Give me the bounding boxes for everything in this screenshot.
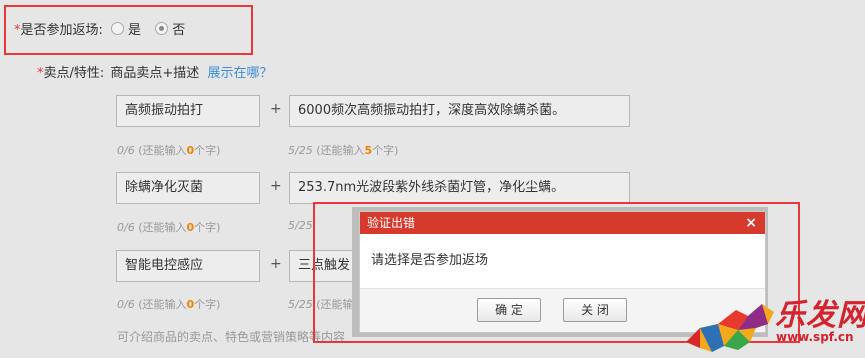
hint-pre: (还能输入 <box>316 144 365 157</box>
hint-count: 0/6 <box>117 221 135 234</box>
hint-pre: (还能输入 <box>138 221 187 234</box>
point-hint-2: 0/6 (还能输入0个字) <box>117 219 220 235</box>
help-link[interactable]: 展示在哪？ <box>207 66 272 81</box>
selling-point-input-2[interactable]: 除螨净化灭菌 <box>116 172 260 204</box>
hint-count: 5/25 <box>288 219 313 232</box>
footer-note: 可介绍商品的卖点、特色或营销策略等内容 <box>117 330 346 344</box>
hint-count: 5/25 <box>288 144 313 157</box>
desc-hint-1: 5/25 (还能输入5个字) <box>288 142 398 158</box>
selling-points-header: *卖点/特性: 商品卖点+描述 展示在哪？ <box>37 62 272 81</box>
point-hint-3: 0/6 (还能输入0个字) <box>117 296 220 312</box>
plus-sign: + <box>270 256 282 272</box>
selling-points-sublabel: 商品卖点+描述 <box>110 66 200 81</box>
hint-count: 0/6 <box>117 298 135 311</box>
return-field: *是否参加返场: 是 否 <box>14 19 185 38</box>
selling-point-input-3[interactable]: 智能电控感应 <box>116 250 260 282</box>
return-label: 是否参加返场: <box>20 23 103 38</box>
watermark-url: www.spf.cn <box>776 330 854 344</box>
hint-remaining: 0 <box>186 144 195 157</box>
hint-post: 个字) <box>194 298 221 311</box>
radio-yes-label[interactable]: 是 <box>128 23 141 38</box>
hint-pre: (还能输入 <box>138 298 187 311</box>
hint-pre: (还能输入 <box>138 144 187 157</box>
plus-sign: + <box>270 178 282 194</box>
hint-remaining: 5 <box>364 144 373 157</box>
hint-post: 个字) <box>372 144 399 157</box>
desc-hint-2: 5/25 <box>288 219 313 232</box>
hint-count: 5/25 <box>288 298 313 311</box>
hint-post: 个字) <box>194 144 221 157</box>
watermark-text: 乐发网 <box>775 298 865 333</box>
radio-yes-circle[interactable] <box>111 22 125 35</box>
hint-remaining: 0 <box>186 298 195 311</box>
description-input-1[interactable]: 6000频次高频振动拍打，深度高效除螨杀菌。 <box>289 95 630 127</box>
plus-sign: + <box>270 101 282 117</box>
hint-post: 个字) <box>194 221 221 234</box>
selling-point-input-1[interactable]: 高频振动拍打 <box>116 95 260 127</box>
hint-remaining: 0 <box>186 221 195 234</box>
radio-no[interactable]: 否 <box>155 22 185 38</box>
radio-no-circle[interactable] <box>155 22 169 35</box>
description-input-2[interactable]: 253.7nm光波段紫外线杀菌灯管，净化尘螨。 <box>289 172 630 204</box>
radio-no-label[interactable]: 否 <box>172 23 185 38</box>
radio-yes[interactable]: 是 <box>111 22 141 38</box>
point-hint-1: 0/6 (还能输入0个字) <box>117 142 220 158</box>
selling-points-label: 卖点/特性: <box>43 66 105 81</box>
hint-count: 0/6 <box>117 144 135 157</box>
